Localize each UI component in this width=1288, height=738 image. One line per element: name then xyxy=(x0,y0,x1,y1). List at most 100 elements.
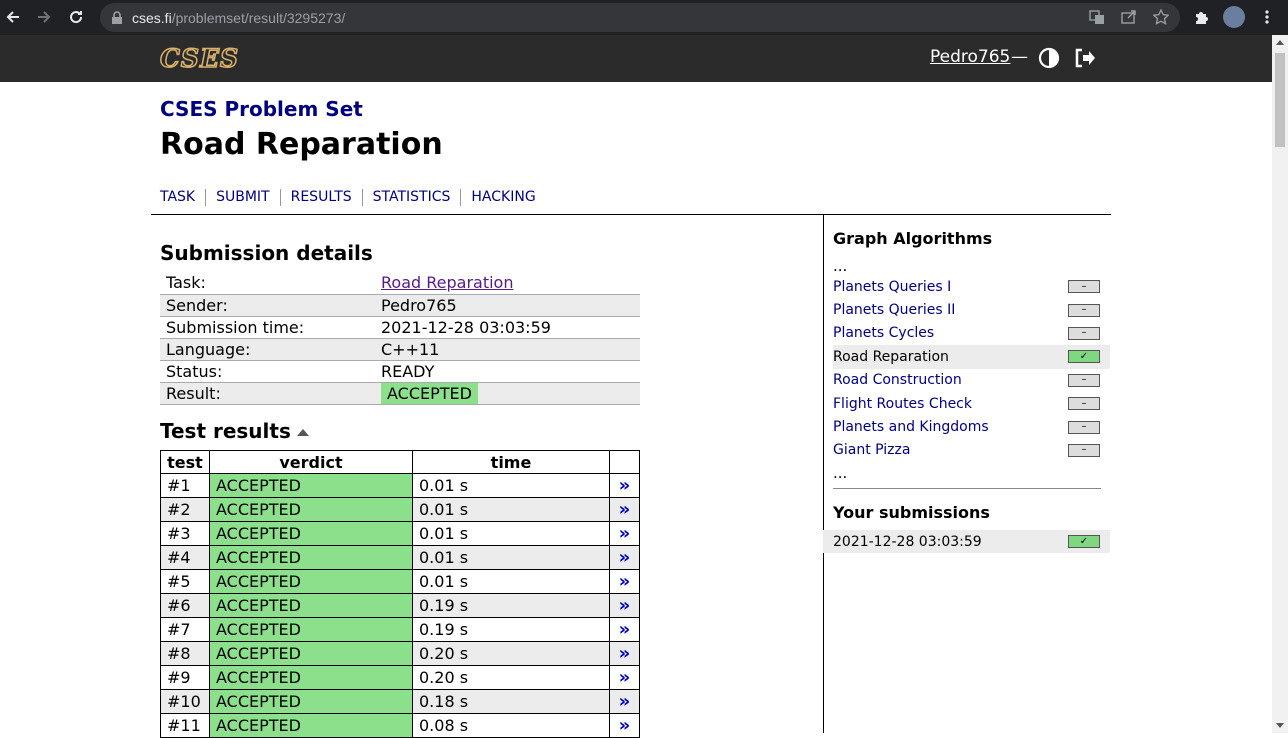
view-test-icon[interactable]: » xyxy=(609,641,640,666)
profile-avatar-icon[interactable] xyxy=(1223,6,1245,28)
extensions-icon[interactable] xyxy=(1192,8,1210,26)
test-number: #3 xyxy=(160,521,210,546)
sidebar-divider xyxy=(823,215,824,733)
scroll-down-icon[interactable] xyxy=(1276,723,1284,728)
sidebar-task-label[interactable]: Planets and Kingdoms xyxy=(833,419,989,435)
view-test-icon[interactable]: » xyxy=(609,473,640,498)
tab-results[interactable]: RESULTS xyxy=(279,189,362,206)
sidebar-task-item[interactable]: Planets Queries I – xyxy=(833,275,1110,298)
test-time: 0.08 s xyxy=(412,713,610,738)
sidebar-task-item[interactable]: Planets Cycles – xyxy=(833,322,1110,345)
details-label: Task: xyxy=(160,272,375,295)
details-label: Status: xyxy=(160,360,375,383)
reload-icon[interactable] xyxy=(65,6,87,28)
col-header-test: test xyxy=(160,450,210,474)
logout-icon[interactable] xyxy=(1074,47,1096,69)
problemset-title[interactable]: CSES Problem Set xyxy=(160,97,363,121)
lock-icon xyxy=(108,9,126,27)
sidebar-task-item[interactable]: Planets Queries II – xyxy=(833,298,1110,321)
scroll-thumb[interactable] xyxy=(1275,53,1285,147)
test-number: #1 xyxy=(160,473,210,498)
header-dash: — xyxy=(1011,47,1028,67)
dash-icon: – xyxy=(1068,397,1100,411)
test-verdict: ACCEPTED xyxy=(209,713,413,738)
sidebar-task-label[interactable]: Road Reparation xyxy=(833,349,949,365)
address-bar[interactable]: cses.fi/problemset/result/3295273/ xyxy=(100,3,1180,32)
sidebar-task-item[interactable]: Flight Routes Check – xyxy=(833,392,1110,415)
scroll-up-icon[interactable] xyxy=(1276,40,1284,45)
sidebar-task-label[interactable]: Road Construction xyxy=(833,372,962,388)
username-link[interactable]: Pedro765 xyxy=(930,47,1010,67)
sidebar-task-label[interactable]: Giant Pizza xyxy=(833,442,910,458)
header-divider xyxy=(151,214,1111,215)
table-row: #5 ACCEPTED 0.01 s» xyxy=(160,569,640,594)
task-link[interactable]: Road Reparation xyxy=(381,273,513,292)
tab-hacking[interactable]: HACKING xyxy=(460,189,545,206)
sidebar-task-label[interactable]: Planets Queries I xyxy=(833,279,951,295)
test-time: 0.20 s xyxy=(412,665,610,690)
test-verdict: ACCEPTED xyxy=(209,641,413,666)
sidebar-task-list: Planets Queries I – Planets Queries II – Pla… xyxy=(833,275,1110,462)
view-test-icon[interactable]: » xyxy=(609,713,640,738)
test-time: 0.18 s xyxy=(412,689,610,714)
page-scrollbar[interactable] xyxy=(1272,35,1288,733)
check-icon: ✓ xyxy=(1068,350,1100,364)
view-test-icon[interactable]: » xyxy=(609,617,640,642)
view-test-icon[interactable]: » xyxy=(609,665,640,690)
details-row: Sender: Pedro765 xyxy=(160,294,640,317)
view-test-icon[interactable]: » xyxy=(609,593,640,618)
sidebar-task-item[interactable]: Road Reparation ✓ xyxy=(833,345,1110,369)
test-number: #6 xyxy=(160,593,210,618)
sidebar-task-label[interactable]: Planets Queries II xyxy=(833,302,955,318)
tab-task[interactable]: TASK xyxy=(160,189,205,206)
tab-submit[interactable]: SUBMIT xyxy=(205,189,280,206)
details-label: Sender: xyxy=(160,294,375,317)
table-row: #7 ACCEPTED 0.19 s» xyxy=(160,617,640,642)
submission-item[interactable]: 2021-12-28 03:03:59 ✓ xyxy=(823,530,1110,553)
view-test-icon[interactable]: » xyxy=(609,521,640,546)
test-verdict: ACCEPTED xyxy=(209,593,413,618)
view-test-icon[interactable]: » xyxy=(609,545,640,570)
sidebar-task-label[interactable]: Planets Cycles xyxy=(833,325,934,341)
details-value: Road Reparation xyxy=(375,272,640,295)
details-value: Pedro765 xyxy=(375,294,640,317)
theme-toggle-icon[interactable] xyxy=(1038,47,1060,69)
view-test-icon[interactable]: » xyxy=(609,569,640,594)
sidebar-task-item[interactable]: Planets and Kingdoms – xyxy=(833,415,1110,438)
details-value: ACCEPTED xyxy=(375,382,640,405)
sidebar-task-item[interactable]: Road Construction – xyxy=(833,369,1110,392)
details-value: 2021-12-28 03:03:59 xyxy=(375,316,640,339)
test-verdict: ACCEPTED xyxy=(209,569,413,594)
view-test-icon[interactable]: » xyxy=(609,689,640,714)
test-time: 0.01 s xyxy=(412,497,610,522)
test-results-table: test verdict time #1 ACCEPTED 0.01 s» #2 ACC… xyxy=(160,450,640,738)
menu-dots-icon[interactable] xyxy=(1258,8,1276,26)
tab-statistics[interactable]: STATISTICS xyxy=(361,189,461,206)
your-submissions-heading: Your submissions xyxy=(833,503,990,522)
sidebar-task-item[interactable]: Giant Pizza – xyxy=(833,439,1110,462)
sidebar-divider-line xyxy=(833,488,1101,489)
view-test-icon[interactable]: » xyxy=(609,497,640,522)
bookmark-star-icon[interactable] xyxy=(1152,8,1170,26)
sidebar-ellipsis-top: ... xyxy=(833,257,848,275)
dash-icon: – xyxy=(1068,373,1100,387)
submission-time[interactable]: 2021-12-28 03:03:59 xyxy=(833,534,982,550)
details-row: Submission time: 2021-12-28 03:03:59 xyxy=(160,316,640,339)
test-time: 0.01 s xyxy=(412,473,610,498)
details-label: Language: xyxy=(160,338,375,361)
test-number: #7 xyxy=(160,617,210,642)
back-icon[interactable] xyxy=(2,6,24,28)
test-verdict: ACCEPTED xyxy=(209,473,413,498)
sidebar-task-label[interactable]: Flight Routes Check xyxy=(833,396,972,412)
check-icon: ✓ xyxy=(1068,535,1100,548)
test-results-heading[interactable]: Test results xyxy=(160,419,309,443)
site-header: CSES Pedro765 — xyxy=(0,35,1272,82)
cses-logo[interactable]: CSES xyxy=(159,43,239,74)
table-row: #6 ACCEPTED 0.19 s» xyxy=(160,593,640,618)
collapse-arrow-icon[interactable] xyxy=(296,429,309,436)
test-number: #8 xyxy=(160,641,210,666)
share-icon[interactable] xyxy=(1120,8,1138,26)
dash-icon: – xyxy=(1068,326,1100,340)
translate-icon[interactable] xyxy=(1088,8,1106,26)
forward-icon[interactable] xyxy=(33,6,55,28)
